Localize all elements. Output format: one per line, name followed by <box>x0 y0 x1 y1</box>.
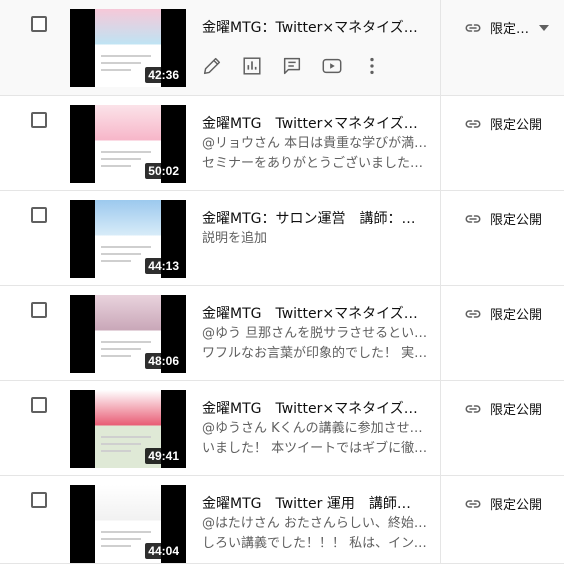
visibility-selector[interactable]: 限定公開 <box>464 209 542 228</box>
description-line: @ゆうさん Kくんの講義に参加させてもら <box>202 421 428 436</box>
description-line: 説明を追加 <box>202 231 268 246</box>
video-description: @ゆうさん Kくんの講義に参加させてもら いました！ 本ツイートではギブに徹す… <box>202 419 428 459</box>
thumbnail-text-line <box>101 253 141 255</box>
thumbnail-text-line <box>101 355 131 357</box>
video-thumbnail[interactable]: 48:06 <box>70 295 186 373</box>
visibility-label: 限定公開 <box>490 403 543 418</box>
link-icon <box>465 309 481 318</box>
duration-badge: 48:06 <box>145 353 182 369</box>
thumbnail-text-line <box>101 158 141 160</box>
video-description: 説明を追加 <box>202 229 428 249</box>
video-title[interactable]: 金曜MTG Twitter×マネタイズ※ネッ… <box>202 305 424 323</box>
video-thumbnail[interactable]: 44:13 <box>70 200 186 278</box>
column-divider <box>440 476 441 563</box>
thumbnail-text-line <box>101 450 131 452</box>
video-thumbnail[interactable]: 50:02 <box>70 105 186 183</box>
column-divider <box>440 96 441 190</box>
visibility-label: 限定… <box>490 22 530 37</box>
select-checkbox[interactable] <box>31 112 47 128</box>
edit-button[interactable] <box>200 54 224 78</box>
thumbnail-text-line <box>101 341 151 343</box>
video-row[interactable]: 42:36 金曜MTG：Twitter×マネタイズ 講師：… 限定… <box>0 0 564 96</box>
column-divider <box>440 0 441 95</box>
video-thumbnail[interactable]: 42:36 <box>70 9 186 87</box>
visibility-label: 限定公開 <box>490 213 543 228</box>
duration-badge: 49:41 <box>145 448 182 464</box>
caret-down-icon[interactable] <box>539 25 549 31</box>
video-title[interactable]: 金曜MTG：Twitter×マネタイズ 講師：… <box>202 19 424 37</box>
link-icon <box>465 404 481 413</box>
link-icon <box>465 214 481 223</box>
analytics-button[interactable] <box>240 54 264 78</box>
thumbnail-text-line <box>101 348 141 350</box>
thumbnail-text-line <box>101 531 151 533</box>
select-checkbox[interactable] <box>31 16 47 32</box>
link-icon <box>465 119 481 128</box>
link-icon <box>465 23 481 32</box>
duration-badge: 44:13 <box>145 258 182 274</box>
video-thumbnail[interactable]: 49:41 <box>70 390 186 468</box>
video-thumbnail[interactable]: 44:04 <box>70 485 186 563</box>
video-row[interactable]: 44:04 金曜MTG Twitter 運用 講師：おた @はたけさん おたさんらし… <box>0 476 564 564</box>
link-icon <box>465 499 481 508</box>
select-checkbox[interactable] <box>31 397 47 413</box>
more-options-icon <box>370 57 374 75</box>
video-row[interactable]: 50:02金曜MTG Twitter×マネタイズ 講師：…@リョウさん 本日は貴… <box>0 96 564 191</box>
visibility-label: 限定公開 <box>490 498 543 513</box>
thumbnail-text-line <box>101 545 131 547</box>
thumbnail-text-line <box>101 55 151 57</box>
column-divider <box>440 191 441 285</box>
column-divider <box>440 381 441 475</box>
video-row[interactable]: 48:06金曜MTG Twitter×マネタイズ※ネッ…@ゆう 旦那さんを脱サラ… <box>0 286 564 381</box>
description-line: いました！ 本ツイートではギブに徹す… <box>202 441 428 456</box>
column-divider <box>440 286 441 380</box>
video-title[interactable]: 金曜MTG：サロン運営 講師：ぎん <box>202 210 424 228</box>
visibility-selector[interactable]: 限定… <box>464 18 529 37</box>
edit-icon <box>203 57 221 75</box>
video-title[interactable]: 金曜MTG Twitter×マネタイズ 講師：… <box>202 115 424 133</box>
thumbnail-text-line <box>101 538 141 540</box>
video-title[interactable]: 金曜MTG Twitter×マネタイズ 講師：… <box>202 400 424 418</box>
video-row[interactable]: 44:13 金曜MTG：サロン運営 講師：ぎん 説明を追加 限定公開 <box>0 191 564 286</box>
description-line: セミナーをありがとうございました。は… <box>202 156 428 171</box>
duration-badge: 50:02 <box>145 163 182 179</box>
comments-button[interactable] <box>280 54 304 78</box>
thumbnail-text-line <box>101 443 141 445</box>
youtube-icon <box>322 58 342 74</box>
video-description: @はたけさん おたさんらしい、終始おも しろい講義でした！！！ 私は、インプ、… <box>202 514 428 554</box>
thumbnail-text-line <box>101 436 151 438</box>
comments-icon <box>283 57 301 75</box>
duration-badge: 42:36 <box>145 67 182 83</box>
visibility-selector[interactable]: 限定公開 <box>464 399 542 418</box>
more-options-button[interactable] <box>360 54 384 78</box>
visibility-selector[interactable]: 限定公開 <box>464 114 542 133</box>
thumbnail-text-line <box>101 260 131 262</box>
visibility-selector[interactable]: 限定公開 <box>464 494 542 513</box>
select-checkbox[interactable] <box>31 492 47 508</box>
row-actions <box>200 54 384 78</box>
description-line: @ゆう 旦那さんを脱サラさせるというパ <box>202 326 428 341</box>
thumbnail-text-line <box>101 69 131 71</box>
thumbnail-text-line <box>101 151 151 153</box>
description-line: @リョウさん 本日は貴重な学びが満載の <box>202 136 428 151</box>
video-row[interactable]: 49:41金曜MTG Twitter×マネタイズ 講師：…@ゆうさん Kくんの講… <box>0 381 564 476</box>
description-line: ワフルなお言葉が印象的でした！ 実店舗… <box>202 346 428 361</box>
analytics-icon <box>243 57 261 75</box>
video-description: @ゆう 旦那さんを脱サラさせるというパワフルなお言葉が印象的でした！ 実店舗… <box>202 324 428 364</box>
duration-badge: 44:04 <box>145 543 182 559</box>
select-checkbox[interactable] <box>31 302 47 318</box>
thumbnail-text-line <box>101 165 131 167</box>
thumbnail-text-line <box>101 62 141 64</box>
visibility-label: 限定公開 <box>490 118 543 133</box>
thumbnail-text-line <box>101 246 151 248</box>
visibility-selector[interactable]: 限定公開 <box>464 304 542 323</box>
description-line: @はたけさん おたさんらしい、終始おも <box>202 516 428 531</box>
video-title[interactable]: 金曜MTG Twitter 運用 講師：おた <box>202 495 424 513</box>
video-description: @リョウさん 本日は貴重な学びが満載の セミナーをありがとうございました。は… <box>202 134 428 174</box>
select-checkbox[interactable] <box>31 207 47 223</box>
description-line: しろい講義でした！！！ 私は、インプ、… <box>202 536 428 551</box>
youtube-button[interactable] <box>320 54 344 78</box>
visibility-label: 限定公開 <box>490 308 543 323</box>
